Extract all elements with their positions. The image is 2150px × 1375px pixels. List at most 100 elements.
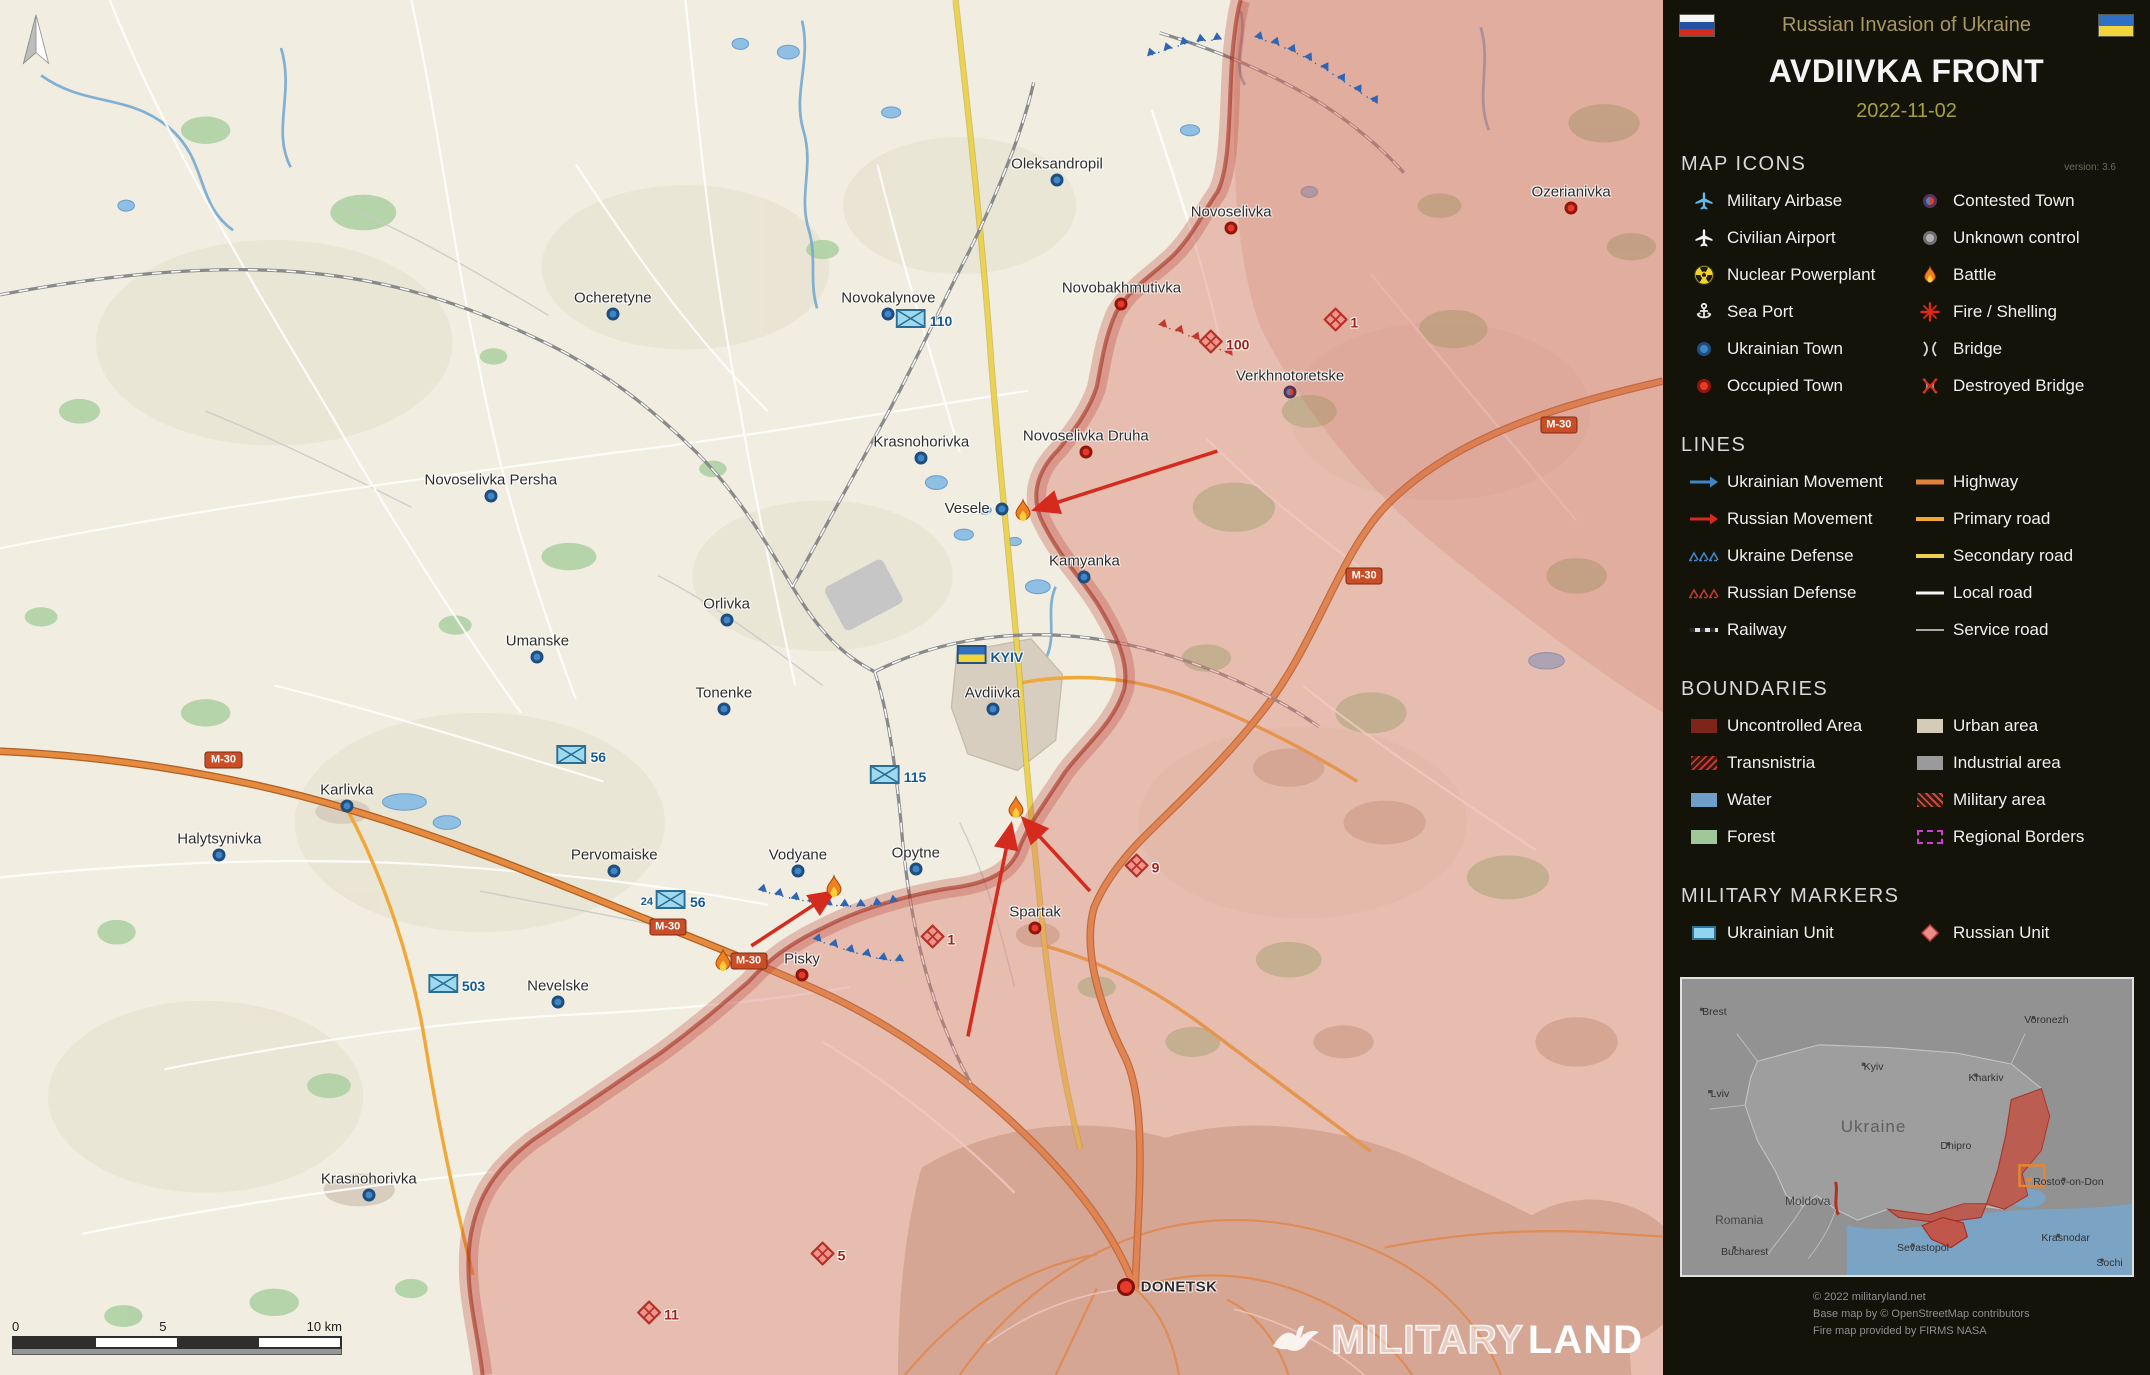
legend-label: Service road: [1953, 620, 2048, 640]
scale-bar-segments: [12, 1336, 342, 1349]
town-label: Verkhnotoretske: [1236, 368, 1344, 385]
legend-item: Ukrainian Town: [1681, 330, 1907, 367]
town-marker: Umanske: [531, 650, 544, 663]
town-marker: Tonenke: [717, 702, 730, 715]
ukrainian-unit-icon: [870, 765, 900, 789]
legend-item: Battle: [1907, 256, 2133, 293]
town-label: Novoselivka Druha: [1023, 428, 1149, 445]
unit-number: 5: [838, 1248, 846, 1264]
legend-item: Primary road: [1907, 500, 2133, 537]
legend-label: Contested Town: [1953, 191, 2075, 211]
marker-layer: OleksandropilNovoselivkaOzerianivkaNovok…: [0, 0, 1663, 1375]
road-shield: M-30: [1346, 567, 1383, 584]
town-label: Pisky: [784, 950, 820, 967]
minimap-label: Dnipro: [1940, 1140, 1971, 1152]
legend-section-lines: LINES Ukrainian MovementRussian Movement…: [1663, 434, 2150, 648]
town-label: Kamyanka: [1049, 553, 1120, 570]
legend-label: Water: [1727, 790, 1772, 810]
town-marker: Nevelske: [551, 996, 564, 1009]
legend-section-map-icons: MAP ICONS Military AirbaseCivilian Airpo…: [1663, 153, 2150, 404]
service-road-icon: [1907, 625, 1953, 635]
page-root: OleksandropilNovoselivkaOzerianivkaNovok…: [0, 0, 2150, 1375]
civilian-airport-icon: [1681, 228, 1727, 248]
ukrainian-unit-marker: 2456: [641, 890, 706, 914]
town-label: Tonenke: [696, 684, 753, 701]
minimap-label: Voronezh: [2024, 1014, 2068, 1026]
credit-line: Base map by © OpenStreetMap contributors: [1813, 1306, 2150, 1323]
unit-number: 110: [930, 313, 953, 329]
urban-area-icon: [1907, 719, 1953, 733]
town-label: Halytsynivka: [177, 831, 261, 848]
minimap-label: Bucharest: [1721, 1246, 1768, 1258]
town-dot: [608, 864, 621, 877]
legend-label: Bridge: [1953, 339, 2002, 359]
legend-item: Russian Defense: [1681, 574, 1907, 611]
forest-icon: [1681, 830, 1727, 844]
russian-unit-icon: [637, 1300, 661, 1329]
town-dot: [720, 613, 733, 626]
legend-label: Local road: [1953, 583, 2032, 603]
ukrainian-movement-icon: [1681, 475, 1727, 489]
city-dot: [1117, 1278, 1135, 1296]
town-dot: [791, 864, 804, 877]
battle-icon: [1004, 795, 1028, 821]
legend-item: Forest: [1681, 818, 1907, 855]
contested-town-icon: [1907, 194, 1953, 208]
legend-item: Military Airbase: [1681, 182, 1907, 219]
minimap-labels: BrestVoronezhKyivKharkivLvivUkraineDnipr…: [1682, 979, 2132, 1275]
town-marker: Karlivka: [340, 800, 353, 813]
town-marker: Novoselivka Persha: [484, 490, 497, 503]
town-label: Karlivka: [320, 782, 373, 799]
town-marker: Ozerianivka: [1565, 202, 1578, 215]
minimap-label: Sochi: [2096, 1257, 2122, 1269]
town-dot: [484, 490, 497, 503]
unit-number: 11: [664, 1307, 679, 1323]
legend-item: Civilian Airport: [1681, 219, 1907, 256]
ukrainian-unit-icon: [896, 309, 926, 333]
unit-prefix: 24: [641, 896, 653, 908]
legend-sidebar: Russian Invasion of Ukraine AVDIIVKA FRO…: [1663, 0, 2150, 1375]
town-dot: [1079, 446, 1092, 459]
ukraine-overview-minimap: BrestVoronezhKyivKharkivLvivUkraineDnipr…: [1680, 977, 2134, 1277]
transnistria-icon: [1681, 756, 1727, 770]
map-title: AVDIIVKA FRONT: [1663, 53, 2150, 90]
town-label: Orlivka: [703, 595, 750, 612]
legend-label: Fire / Shelling: [1953, 302, 2057, 322]
minimap-label: Lviv: [1711, 1088, 1730, 1100]
town-marker: Novobakhmutivka: [1115, 298, 1128, 311]
unit-number: 503: [462, 978, 485, 994]
legend-item: Service road: [1907, 611, 2133, 648]
town-marker: Pisky: [796, 968, 809, 981]
town-marker: Kamyanka: [1078, 571, 1091, 584]
water-icon: [1681, 793, 1727, 807]
legend-item: Railway: [1681, 611, 1907, 648]
legend-label: Ukrainian Movement: [1727, 472, 1883, 492]
legend-item: Russian Unit: [1907, 914, 2133, 951]
town-dot: [1029, 922, 1042, 935]
russian-unit-marker: 5: [811, 1241, 846, 1270]
town-marker: Novoselivka Druha: [1079, 446, 1092, 459]
legend-item: Fire / Shelling: [1907, 293, 2133, 330]
legend-label: Urban area: [1953, 716, 2038, 736]
legend-section-title: BOUNDARIES: [1681, 678, 2150, 701]
occupied-town-icon: [1681, 379, 1727, 393]
road-shield: M-30: [649, 918, 686, 935]
road-shield: M-30: [730, 953, 767, 970]
town-marker: Vesele: [996, 502, 1009, 515]
legend-grid: Ukrainian MovementRussian MovementUkrain…: [1681, 463, 2150, 648]
legend-item: Industrial area: [1907, 744, 2133, 781]
regional-borders-icon: [1907, 830, 1953, 844]
primary-road-icon: [1907, 514, 1953, 524]
minimap-label: Ukraine: [1841, 1117, 1907, 1137]
town-marker: Novokalynove: [882, 307, 895, 320]
town-label: Oleksandropil: [1011, 155, 1103, 172]
unit-number: KYIV: [991, 649, 1024, 665]
legend-section-boundaries: BOUNDARIES Uncontrolled AreaTransnistria…: [1663, 678, 2150, 855]
legend-label: Russian Movement: [1727, 509, 1873, 529]
city-marker: DONETSK: [1117, 1278, 1135, 1296]
legend-item: Russian Movement: [1681, 500, 1907, 537]
town-label: Spartak: [1009, 904, 1061, 921]
minimap-label: Krasnodar: [2041, 1232, 2089, 1244]
legend-item: Occupied Town: [1681, 367, 1907, 404]
legend-section-military-markers: MILITARY MARKERS Ukrainian UnitRussian U…: [1663, 885, 2150, 951]
